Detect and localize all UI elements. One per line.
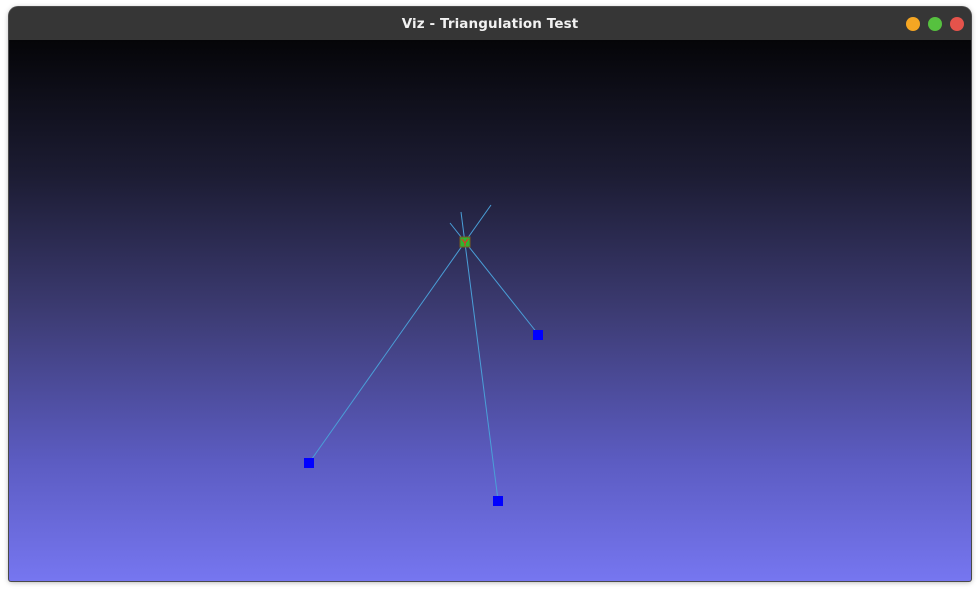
triangulated-point[interactable] [459,236,471,248]
3d-viewport[interactable] [9,40,971,581]
window-controls [906,17,964,31]
maximize-button[interactable] [928,17,942,31]
ray-line-bottom [460,211,499,501]
camera-point-bottom[interactable] [493,496,503,506]
app-window: Viz - Triangulation Test [9,7,971,581]
scene-canvas[interactable] [9,40,971,581]
title-bar[interactable]: Viz - Triangulation Test [9,7,971,40]
close-button[interactable] [950,17,964,31]
minimize-button[interactable] [906,17,920,31]
camera-point-right[interactable] [533,330,543,340]
camera-point-left[interactable] [304,458,314,468]
window-title: Viz - Triangulation Test [401,15,579,32]
